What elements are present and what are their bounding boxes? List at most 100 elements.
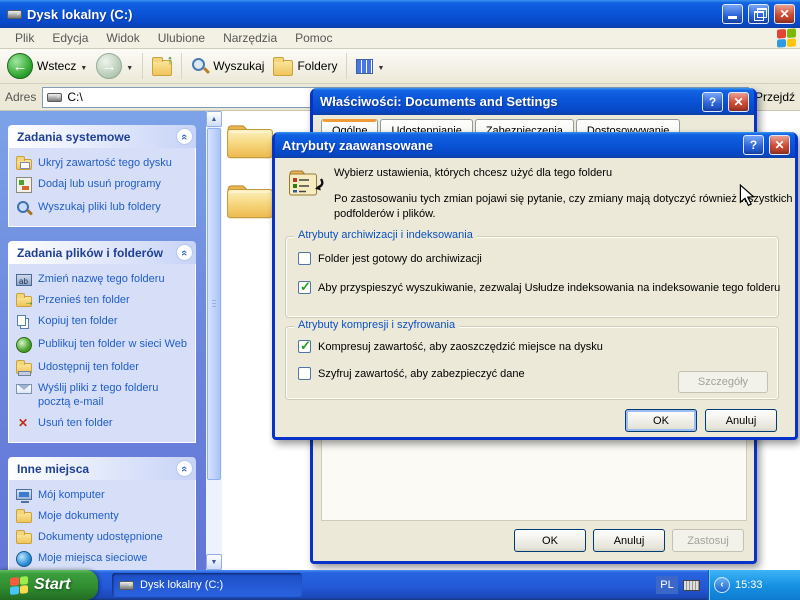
checkbox-row-archive[interactable]: Folder jest gotowy do archiwizacji [298,252,482,265]
task-copy-folder[interactable]: Kopiuj ten folder [16,314,192,330]
menu-widok[interactable]: Widok [97,29,148,47]
cancel-button[interactable]: Anuluj [593,529,665,552]
task-pane: Zadania systemowe Ukryj zawartość tego d… [0,111,222,570]
place-my-documents[interactable]: Moje dokumenty [16,509,192,523]
advanced-note-text: Po zastosowaniu tych zmian pojawi się py… [334,192,800,222]
place-network[interactable]: Moje miejsca sieciowe [16,551,192,567]
restore-button[interactable] [748,4,769,24]
windows-logo-icon [10,576,28,595]
chevron-up-icon[interactable] [176,244,193,261]
chevron-up-icon[interactable] [176,128,193,145]
task-add-remove-programs[interactable]: Dodaj lub usuń programy [16,177,192,193]
scroll-up-button[interactable] [206,111,222,127]
ok-button[interactable]: OK [625,409,697,432]
close-button[interactable] [774,4,795,24]
folder-item[interactable] [226,120,274,162]
help-button[interactable] [743,135,764,155]
panel-title: Zadania plików i folderów [17,246,163,260]
cancel-button[interactable]: Anuluj [705,409,777,432]
checkbox-row-indexing[interactable]: Aby przyspieszyć wyszukiwanie, zezwalaj … [298,281,780,294]
checkbox-label: Aby przyspieszyć wyszukiwanie, zezwalaj … [318,282,780,294]
views-dropdown-icon[interactable] [377,59,384,73]
panel-header[interactable]: Inne miejsca [8,457,196,480]
panel-title: Zadania systemowe [17,130,130,144]
language-indicator[interactable]: PL [656,576,678,594]
system-tray: 15:33 [708,570,800,600]
start-button[interactable]: Start [0,570,98,600]
menu-narzedzia[interactable]: Narzędzia [214,29,286,47]
folder-item[interactable] [226,180,274,222]
chevron-up-icon[interactable] [176,460,193,477]
checkbox-row-encrypt[interactable]: Szyfruj zawartość, aby zabezpieczyć dane [298,367,525,380]
windows-logo-icon [777,28,796,47]
help-button[interactable] [702,92,723,112]
search-button[interactable]: Wyszukaj [188,55,267,77]
checkbox-label: Folder jest gotowy do archiwizacji [318,253,482,265]
panel-title: Inne miejsca [17,462,89,476]
task-hide-drive-contents[interactable]: Ukryj zawartość tego dysku [16,156,192,170]
menu-plik[interactable]: Plik [6,29,43,47]
details-button[interactable]: Szczegóły [678,371,768,393]
scroll-thumb[interactable] [207,128,221,480]
task-share-folder[interactable]: Udostępnij ten folder [16,360,192,374]
hide-contents-icon [16,159,32,170]
close-button[interactable] [728,92,749,112]
forward-dropdown-icon[interactable] [126,59,133,73]
checkbox-row-compress[interactable]: Kompresuj zawartość, aby zaoszczędzić mi… [298,340,603,353]
menu-pomoc[interactable]: Pomoc [286,29,341,47]
menu-ulubione[interactable]: Ulubione [149,29,214,47]
folder-up-icon [152,60,172,76]
folders-button[interactable]: Foldery [270,54,340,78]
place-my-computer[interactable]: Mój komputer [16,488,192,502]
minimize-button[interactable] [722,4,743,24]
task-pane-scrollbar[interactable] [206,111,222,570]
views-icon [356,59,373,74]
drive-icon [47,93,62,102]
task-publish-folder[interactable]: Publikuj ten folder w sieci Web [16,337,192,353]
taskbar-item-label: Dysk lokalny (C:) [140,579,223,591]
panel-header[interactable]: Zadania plików i folderów [8,241,196,264]
task-search-files[interactable]: Wyszukaj pliki lub foldery [16,200,192,216]
task-rename-folder[interactable]: Zmień nazwę tego folderu [16,272,192,286]
properties-titlebar: Właściwości: Documents and Settings [313,88,754,115]
search-icon [191,57,209,75]
menu-bar: Plik Edycja Widok Ulubione Narzędzia Pom… [0,28,800,49]
advanced-attributes-icon [288,167,324,199]
menu-edycja[interactable]: Edycja [43,29,97,47]
views-button[interactable] [353,57,387,76]
toolbar-separator [346,53,347,79]
mouse-cursor [737,184,757,206]
delete-icon [16,416,32,432]
forward-button[interactable] [93,51,136,81]
dialog-title: Właściwości: Documents and Settings [320,94,558,109]
panel-other-places: Inne miejsca Mój komputer Moje dokumenty [8,457,196,570]
add-remove-programs-icon [16,177,32,193]
checkbox-label: Kompresuj zawartość, aby zaoszczędzić mi… [318,341,603,353]
archive-checkbox[interactable] [298,252,311,265]
place-shared-documents[interactable]: Dokumenty udostępnione [16,530,192,544]
panel-header[interactable]: Zadania systemowe [8,125,196,148]
publish-web-icon [16,337,32,353]
hide-icons-chevron[interactable] [714,577,730,593]
ok-button[interactable]: OK [514,529,586,552]
task-email-files[interactable]: Wyślij pliki z tego folderu pocztą e-mai… [16,381,192,409]
shared-documents-icon [16,533,32,544]
indexing-checkbox[interactable] [298,281,311,294]
compress-checkbox[interactable] [298,340,311,353]
taskbar: Start Dysk lokalny (C:) PL 15:33 [0,570,800,600]
up-button[interactable] [149,54,175,78]
encrypt-checkbox[interactable] [298,367,311,380]
task-move-folder[interactable]: Przenieś ten folder [16,293,192,307]
back-dropdown-icon[interactable] [80,59,87,73]
close-button[interactable] [769,135,790,155]
keyboard-icon[interactable] [683,580,700,591]
task-delete-folder[interactable]: Usuń ten folder [16,416,192,432]
share-folder-icon [16,363,32,374]
move-folder-icon [16,296,32,307]
toolbar-separator [142,53,143,79]
back-button[interactable]: Wstecz [4,51,90,81]
go-button[interactable]: Przejdź [755,90,795,104]
taskbar-item-local-disk[interactable]: Dysk lokalny (C:) [112,573,302,597]
apply-button[interactable]: Zastosuj [672,529,744,552]
scroll-down-button[interactable] [206,554,222,570]
